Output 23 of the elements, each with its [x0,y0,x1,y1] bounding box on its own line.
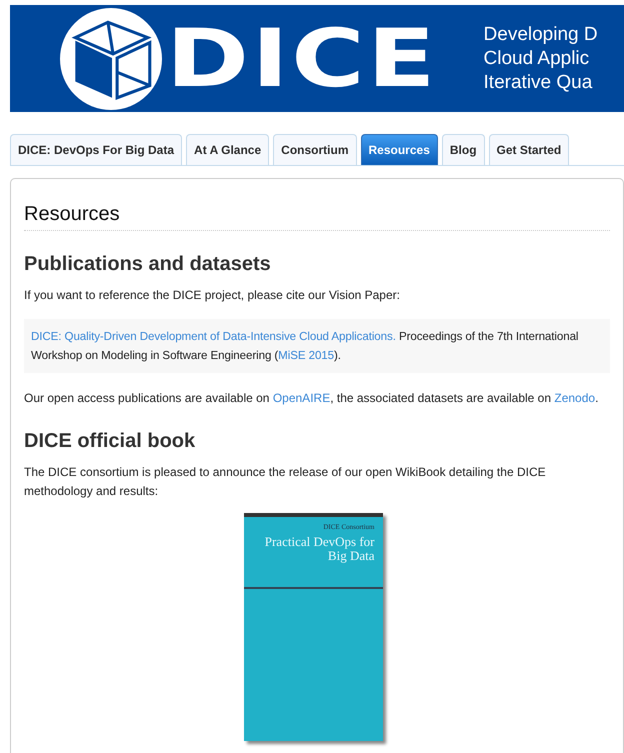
text-link[interactable]: Zenodo [554,391,596,405]
section-heading: DICE official book [24,430,196,453]
tagline: Cloud Applic [484,46,590,70]
nav-tab[interactable]: Get Started [488,134,570,165]
cube-logo-icon [60,8,162,110]
paragraph: Our open access publications are available on OpenAIRE, the associated datasets are available on Zenodo. [24,390,600,407]
book-title: Practical DevOps for Big Data [264,533,376,563]
logo-wordmark: DICE [166,18,438,98]
section-heading: Publications and datasets [24,253,272,276]
nav-tab[interactable]: Resources [360,134,438,165]
text-link[interactable]: DICE: Quality-Driven Development of Data-Intensive Cloud Applications. [31,330,396,343]
tagline: Iterative Qua [484,70,594,94]
text-link[interactable]: MiSE 2015 [278,349,334,362]
paragraph: The DICE consortium is pleased to announce the release of our open WikiBook detailing the DICE methodology and results: [24,464,547,500]
nav-tab[interactable]: DICE: DevOps For Big Data [10,134,182,165]
citation: DICE: Quality-Driven Development of Data-Intensive Cloud Applications. Proceedings of the 7th International Workshop on Modeling in Software Engineering (MiSE 2015). [24,319,610,373]
tagline: Developing D [484,22,598,46]
nav-tab[interactable]: At A Glance [186,134,270,165]
nav-tab[interactable]: Consortium [273,134,356,165]
paragraph: If you want to reference the DICE project, please cite our Vision Paper: [24,287,401,304]
page-title: Resources [24,203,610,231]
text-link[interactable]: OpenAIRE [272,391,330,405]
nav-tab[interactable]: Blog [442,134,485,165]
